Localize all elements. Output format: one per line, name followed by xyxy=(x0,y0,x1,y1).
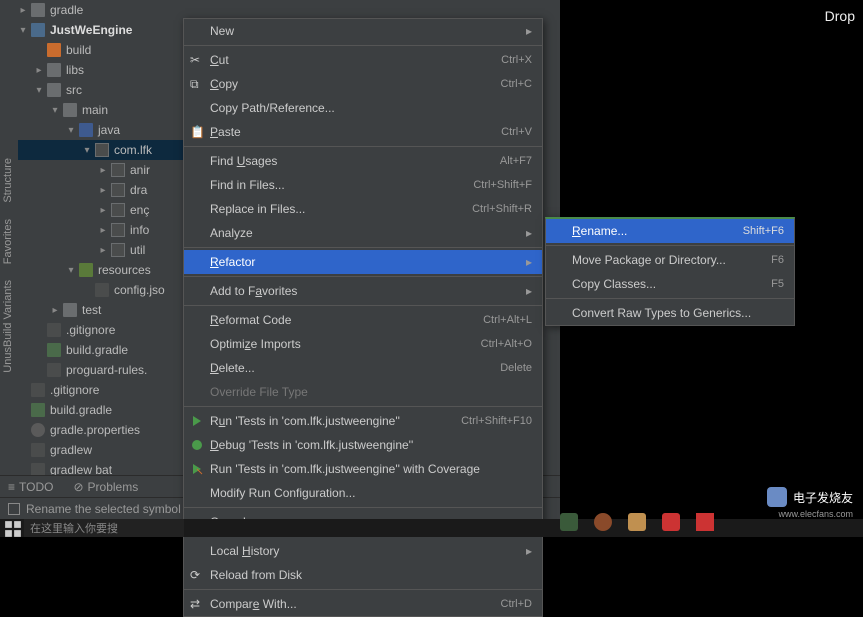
paste-icon: 📋 xyxy=(190,125,204,139)
tree-buildg1[interactable]: build.gradle xyxy=(66,343,128,357)
reload-icon: ⟳ xyxy=(190,568,204,582)
menu-compare[interactable]: ⇄Compare With...Ctrl+D xyxy=(184,592,542,616)
tree-info[interactable]: info xyxy=(130,223,149,237)
tree-proguard[interactable]: proguard-rules. xyxy=(66,363,147,377)
tree-engine[interactable]: enç xyxy=(130,203,149,217)
menu-find-usages[interactable]: Find UsagesAlt+F7 xyxy=(184,149,542,173)
tab-favorites[interactable]: Favorites xyxy=(0,211,16,272)
coverage-icon xyxy=(190,462,204,476)
tray-icon[interactable] xyxy=(628,513,646,531)
submenu-rename[interactable]: Rename...Shift+F6 xyxy=(546,219,794,243)
bottom-problems[interactable]: ⊘Problems xyxy=(73,480,138,494)
refactor-submenu: Rename...Shift+F6 Move Package or Direct… xyxy=(545,217,795,326)
menu-reload[interactable]: ⟳Reload from Disk xyxy=(184,563,542,587)
tree-project[interactable]: JustWeEngine xyxy=(50,23,132,37)
tray-icon[interactable] xyxy=(696,513,714,531)
watermark-icon xyxy=(767,487,787,507)
menu-run-tests[interactable]: Run 'Tests in 'com.lfk.justweengine''Ctr… xyxy=(184,409,542,433)
tree-drawable[interactable]: dra xyxy=(130,183,147,197)
tree-main[interactable]: main xyxy=(82,103,108,117)
tree-anim[interactable]: anir xyxy=(130,163,150,177)
tree-buildg2[interactable]: build.gradle xyxy=(50,403,112,417)
taskbar: 在这里输入你要搜 xyxy=(0,519,863,537)
menu-replace-files[interactable]: Replace in Files...Ctrl+Shift+R xyxy=(184,197,542,221)
tree-utils[interactable]: util xyxy=(130,243,145,257)
tray-icon[interactable] xyxy=(662,513,680,531)
tree-gitignore2[interactable]: .gitignore xyxy=(50,383,99,397)
menu-refactor[interactable]: Refactor▸ xyxy=(184,250,542,274)
tray-icon[interactable] xyxy=(560,513,578,531)
tree-test[interactable]: test xyxy=(82,303,101,317)
menu-find-files[interactable]: Find in Files...Ctrl+Shift+F xyxy=(184,173,542,197)
tree-java[interactable]: java xyxy=(98,123,120,137)
submenu-copy-classes[interactable]: Copy Classes...F5 xyxy=(546,272,794,296)
windows-start-icon[interactable] xyxy=(4,520,22,536)
menu-copy[interactable]: ⧉CopyCtrl+C xyxy=(184,72,542,96)
tree-package[interactable]: com.lfk xyxy=(114,143,152,157)
compare-icon: ⇄ xyxy=(190,597,204,611)
menu-reformat[interactable]: Reformat CodeCtrl+Alt+L xyxy=(184,308,542,332)
watermark: 电子发烧友 xyxy=(767,487,853,507)
taskbar-search[interactable]: 在这里输入你要搜 xyxy=(24,519,184,537)
drop-text: Drop xyxy=(825,8,855,24)
tray-icon[interactable] xyxy=(594,513,612,531)
menu-debug-tests[interactable]: Debug 'Tests in 'com.lfk.justweengine'' xyxy=(184,433,542,457)
project-tree[interactable]: gradle JustWeEngine build libs src main … xyxy=(18,0,198,470)
menu-override: Override File Type xyxy=(184,380,542,404)
cut-icon: ✂ xyxy=(190,53,204,67)
tree-gradleprops[interactable]: gradle.properties xyxy=(50,423,140,437)
run-icon xyxy=(190,414,204,428)
menu-delete[interactable]: Delete...Delete xyxy=(184,356,542,380)
tree-config[interactable]: config.jso xyxy=(114,283,165,297)
menu-coverage-tests[interactable]: Run 'Tests in 'com.lfk.justweengine'' wi… xyxy=(184,457,542,481)
tab-variants[interactable]: UnusBuild Variants xyxy=(0,272,16,381)
copy-icon: ⧉ xyxy=(190,77,204,91)
tray-icons xyxy=(560,507,714,537)
status-checkbox[interactable] xyxy=(8,503,20,515)
debug-icon xyxy=(190,438,204,452)
tree-resources[interactable]: resources xyxy=(98,263,151,277)
menu-cut[interactable]: ✂CutCtrl+X xyxy=(184,48,542,72)
menu-modify-run[interactable]: Modify Run Configuration... xyxy=(184,481,542,505)
menu-new[interactable]: New▸ xyxy=(184,19,542,43)
bottom-todo[interactable]: ≡TODO xyxy=(8,480,53,494)
menu-optimize[interactable]: Optimize ImportsCtrl+Alt+O xyxy=(184,332,542,356)
side-tabs: Structure Favorites UnusBuild Variants xyxy=(0,150,18,381)
menu-paste[interactable]: 📋PasteCtrl+V xyxy=(184,120,542,144)
tree-gitignore1[interactable]: .gitignore xyxy=(66,323,115,337)
submenu-move[interactable]: Move Package or Directory...F6 xyxy=(546,248,794,272)
submenu-convert[interactable]: Convert Raw Types to Generics... xyxy=(546,301,794,325)
tab-structure[interactable]: Structure xyxy=(0,150,16,211)
menu-add-favorites[interactable]: Add to Favorites▸ xyxy=(184,279,542,303)
tree-build[interactable]: build xyxy=(66,43,91,57)
tree-libs[interactable]: libs xyxy=(66,63,84,77)
watermark-url: www.elecfans.com xyxy=(778,509,853,519)
tree-gradle[interactable]: gradle xyxy=(50,3,83,17)
tree-src[interactable]: src xyxy=(66,83,82,97)
menu-analyze[interactable]: Analyze▸ xyxy=(184,221,542,245)
tree-gradlew[interactable]: gradlew xyxy=(50,443,92,457)
status-text: Rename the selected symbol xyxy=(26,502,181,516)
menu-local-history[interactable]: Local History▸ xyxy=(184,539,542,563)
menu-copy-path[interactable]: Copy Path/Reference... xyxy=(184,96,542,120)
